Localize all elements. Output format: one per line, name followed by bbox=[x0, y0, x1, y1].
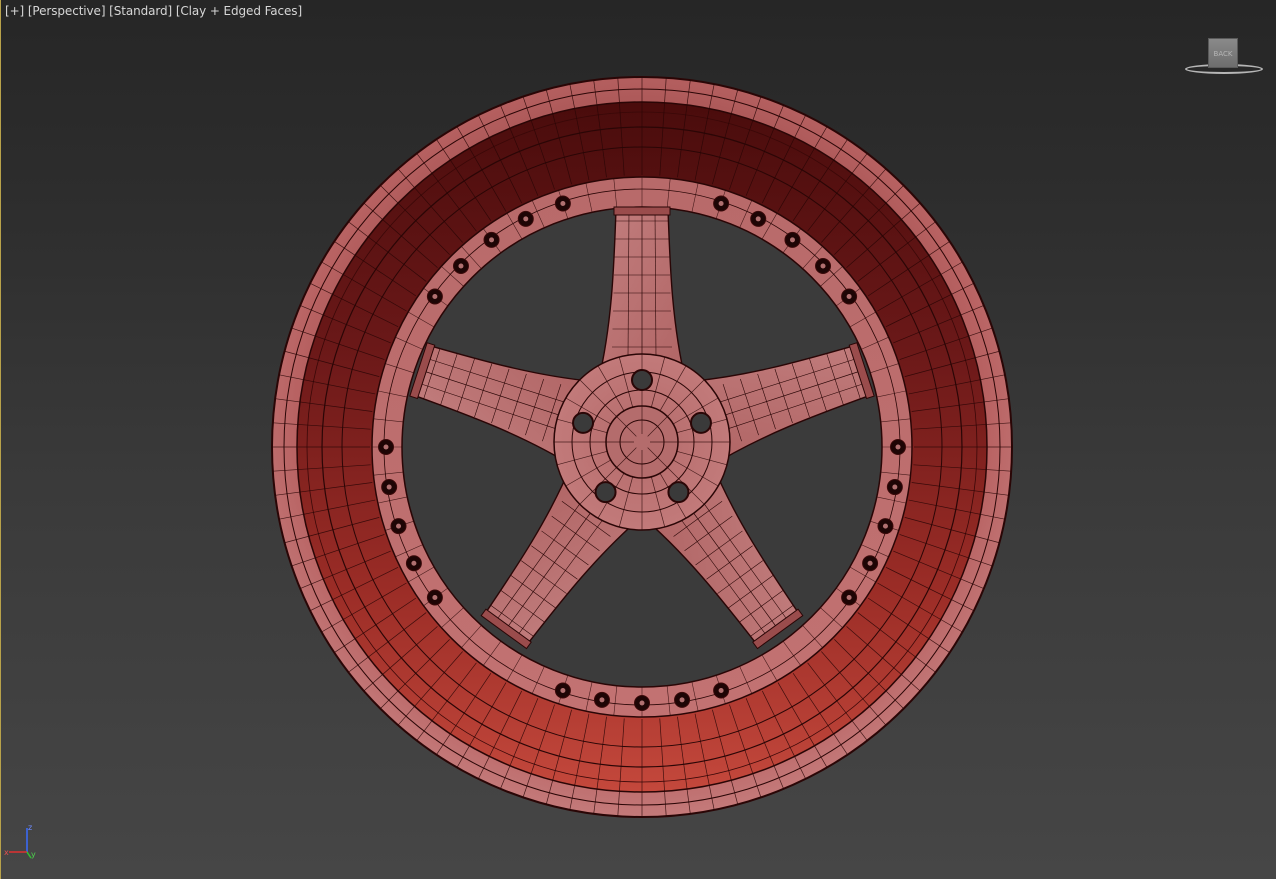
rivet-center bbox=[432, 594, 438, 600]
axis-label-x: x bbox=[4, 848, 9, 857]
rivet-center bbox=[892, 484, 898, 490]
lug-hole bbox=[667, 481, 690, 504]
rivet-center bbox=[560, 687, 566, 693]
rivet-center bbox=[489, 237, 495, 243]
rivet-center bbox=[820, 263, 826, 269]
axis-label-y: y bbox=[31, 850, 36, 859]
rivet-center bbox=[867, 560, 873, 566]
rivet-center bbox=[718, 687, 724, 693]
lug-hole bbox=[689, 411, 712, 434]
rivet-center bbox=[639, 700, 645, 706]
lug-hole bbox=[631, 369, 653, 391]
viewport-label-menu: [+] [Perspective] [Standard] [Clay + Edg… bbox=[5, 4, 302, 18]
viewport-menu-view[interactable]: [Perspective] bbox=[28, 4, 106, 18]
rivet-center bbox=[560, 201, 566, 207]
rivet-center bbox=[411, 560, 417, 566]
lug-hole bbox=[594, 481, 617, 504]
rivet-center bbox=[383, 444, 389, 450]
rivet-center bbox=[846, 294, 852, 300]
axis-tripod-icon: z x y bbox=[4, 823, 36, 859]
viewport-menu-display-mode[interactable]: [Clay + Edged Faces] bbox=[176, 4, 302, 18]
rivet-center bbox=[846, 594, 852, 600]
viewcube-back-face[interactable]: BACK bbox=[1208, 38, 1238, 68]
perspective-viewport[interactable]: [+] [Perspective] [Standard] [Clay + Edg… bbox=[0, 0, 1276, 879]
rivet-center bbox=[396, 523, 402, 529]
lug-hole bbox=[572, 411, 595, 434]
viewport-menu-plus[interactable]: [+] bbox=[5, 4, 24, 18]
rivet-center bbox=[458, 263, 464, 269]
viewport-menu-shading-standard[interactable]: [Standard] bbox=[109, 4, 172, 18]
rivet-center bbox=[679, 697, 685, 703]
rivet-center bbox=[895, 444, 901, 450]
rivet-center bbox=[599, 697, 605, 703]
viewcube[interactable]: BACK bbox=[1181, 30, 1267, 86]
rivet-center bbox=[718, 201, 724, 207]
rivet-center bbox=[386, 484, 392, 490]
wheel-rim-model[interactable] bbox=[1, 0, 1276, 879]
rivet-center bbox=[755, 216, 761, 222]
rivet-center bbox=[523, 216, 529, 222]
axis-label-z: z bbox=[28, 823, 32, 832]
rivet-center bbox=[882, 523, 888, 529]
rivet-center bbox=[432, 294, 438, 300]
rivet-center bbox=[789, 237, 795, 243]
